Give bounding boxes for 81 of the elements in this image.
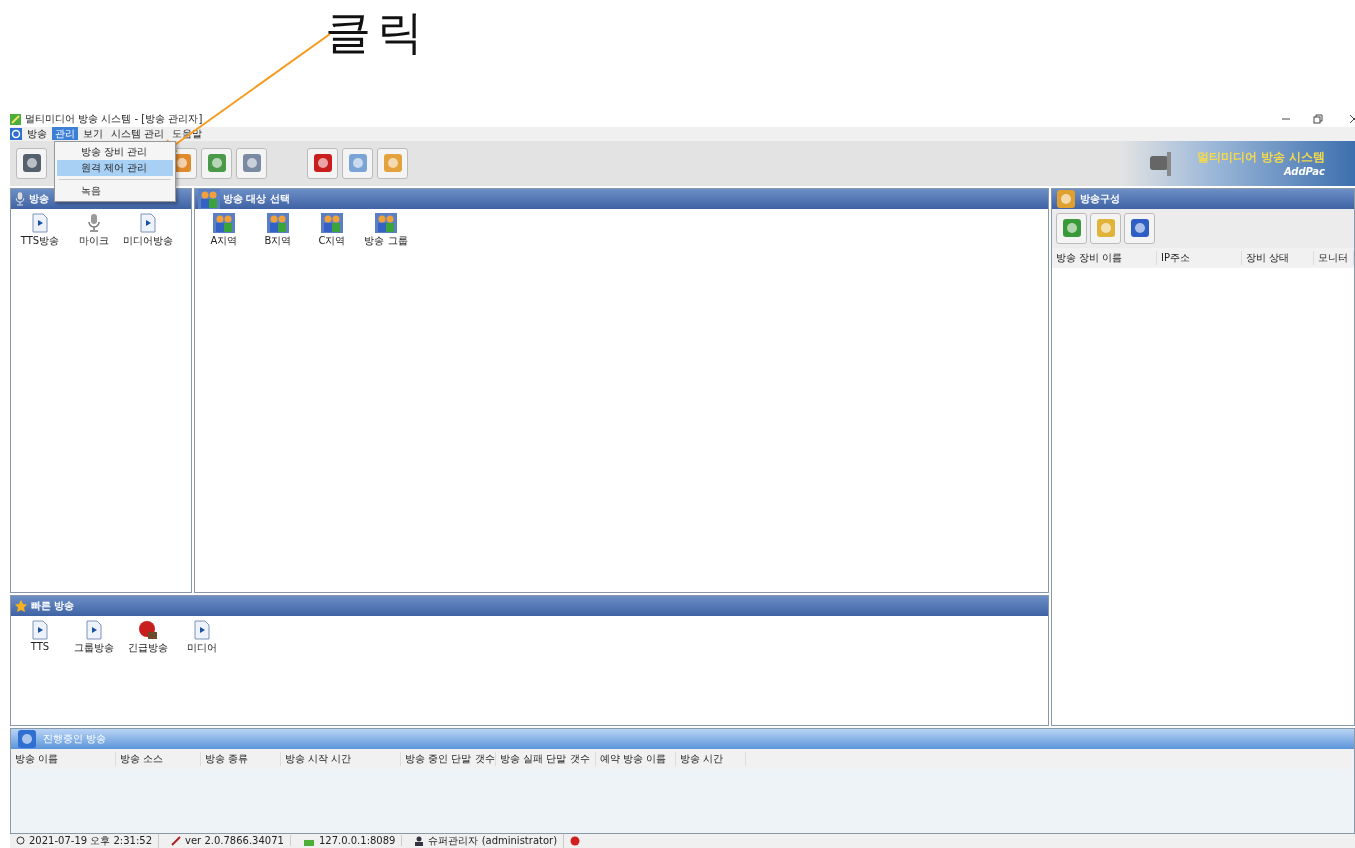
column-header[interactable]: 예약 방송 이름 (596, 752, 676, 767)
item-label: TTS방송 (20, 233, 60, 248)
target-item[interactable]: 방송 그룹 (363, 212, 409, 248)
item-label: 긴급방송 (128, 640, 168, 655)
people-group-icon[interactable] (198, 188, 220, 209)
media-file-icon (32, 212, 48, 233)
quick-item[interactable]: 그룹방송 (71, 619, 117, 655)
app-icon (10, 113, 21, 125)
people-group-icon[interactable] (375, 212, 397, 233)
item-label: A지역 (210, 233, 238, 248)
target-item[interactable]: C지역 (309, 212, 355, 248)
column-header[interactable]: 방송 종류 (201, 752, 281, 767)
target-item[interactable]: A지역 (201, 212, 247, 248)
microphone-icon (14, 190, 26, 207)
media-file-icon (140, 212, 156, 233)
item-label: C지역 (318, 233, 346, 248)
menu-item[interactable]: 방송 (24, 127, 50, 141)
quick-item[interactable]: 미디어 (179, 619, 225, 655)
quick-item[interactable]: TTS (17, 619, 63, 655)
toolbar-button[interactable] (307, 147, 338, 179)
people-group-icon[interactable] (267, 212, 289, 233)
user-icon (414, 836, 425, 846)
window-title: 멀티미디어 방송 시스템 - [방송 관리자] (25, 112, 203, 127)
panel-title: 방송구성 (1080, 191, 1120, 206)
app-menu-icon[interactable] (10, 127, 22, 140)
column-header[interactable]: 방송 이름 (11, 752, 116, 767)
menu-item[interactable]: 녹음 (57, 183, 173, 199)
panel-title: 방송 대상 선택 (223, 191, 290, 206)
media-file-icon (86, 619, 102, 640)
people-group-icon[interactable] (321, 212, 343, 233)
status-user: 슈퍼관리자 (administrator) (428, 834, 558, 848)
clock-icon (16, 836, 25, 846)
logo-title: 멀티미디어 방송 시스템 (1196, 149, 1325, 167)
quick-item[interactable]: 긴급방송 (125, 619, 171, 655)
panel-title: 진행중인 방송 (43, 732, 107, 747)
toolbar-button[interactable] (1124, 212, 1155, 244)
menu-item[interactable]: 원격 제어 관리 (57, 160, 173, 176)
toolbar-button[interactable] (236, 147, 267, 179)
logo-brand: AddPac (1283, 166, 1325, 178)
menu-item[interactable]: 시스템 관리 (108, 127, 168, 141)
error-icon (570, 836, 581, 846)
annotation-text: 클릭 (325, 4, 429, 61)
media-file-icon (194, 619, 210, 640)
item-label: 미디어방송 (123, 233, 173, 248)
toolbar-button[interactable] (1056, 212, 1087, 244)
toolbar-button[interactable] (16, 147, 47, 179)
restore-icon[interactable] (1313, 114, 1323, 125)
menu-item[interactable]: 방송 장비 관리 (57, 144, 173, 160)
source-item[interactable]: TTS방송 (17, 212, 63, 248)
item-label: 그룹방송 (74, 640, 114, 655)
column-header[interactable]: 모니터 (1314, 250, 1354, 265)
item-label: 미디어 (187, 640, 217, 655)
status-version: ver 2.0.7866.34071 (185, 835, 284, 847)
panel-title: 빠른 방송 (31, 598, 75, 613)
column-header[interactable]: 방송 장비 이름 (1052, 250, 1157, 265)
column-header[interactable]: IP주소 (1157, 250, 1242, 265)
microphone-icon (86, 212, 102, 233)
source-item[interactable]: 미디어방송 (125, 212, 171, 248)
target-item[interactable]: B지역 (255, 212, 301, 248)
column-header[interactable]: 장비 상태 (1242, 250, 1314, 265)
item-label: B지역 (264, 233, 292, 248)
status-address: 127.0.0.1:8089 (318, 835, 396, 847)
column-header[interactable]: 방송 소스 (116, 752, 201, 767)
pen-icon (171, 836, 182, 846)
column-header[interactable]: 방송 시간 (676, 752, 746, 767)
panel-title: 방송 (29, 191, 49, 206)
source-item[interactable]: 마이크 (71, 212, 117, 248)
status-time: 2021-07-19 오후 2:31:52 (29, 834, 153, 848)
column-header[interactable]: 방송 시작 시간 (281, 752, 401, 767)
menu-item[interactable]: 관리 (52, 127, 78, 141)
toolbar-button[interactable] (201, 147, 232, 179)
people-group-icon[interactable] (213, 212, 235, 233)
column-header[interactable]: 방송 중인 단말 갯수 (401, 752, 496, 767)
item-label: 마이크 (79, 233, 109, 248)
star-icon (14, 598, 28, 613)
close-icon[interactable] (1349, 114, 1355, 125)
column-header[interactable]: 방송 실패 단말 갯수 (496, 752, 596, 767)
item-label: TTS (30, 640, 50, 652)
item-label: 방송 그룹 (364, 233, 408, 248)
media-file-icon (32, 619, 48, 640)
menu-item[interactable]: 보기 (80, 127, 106, 141)
